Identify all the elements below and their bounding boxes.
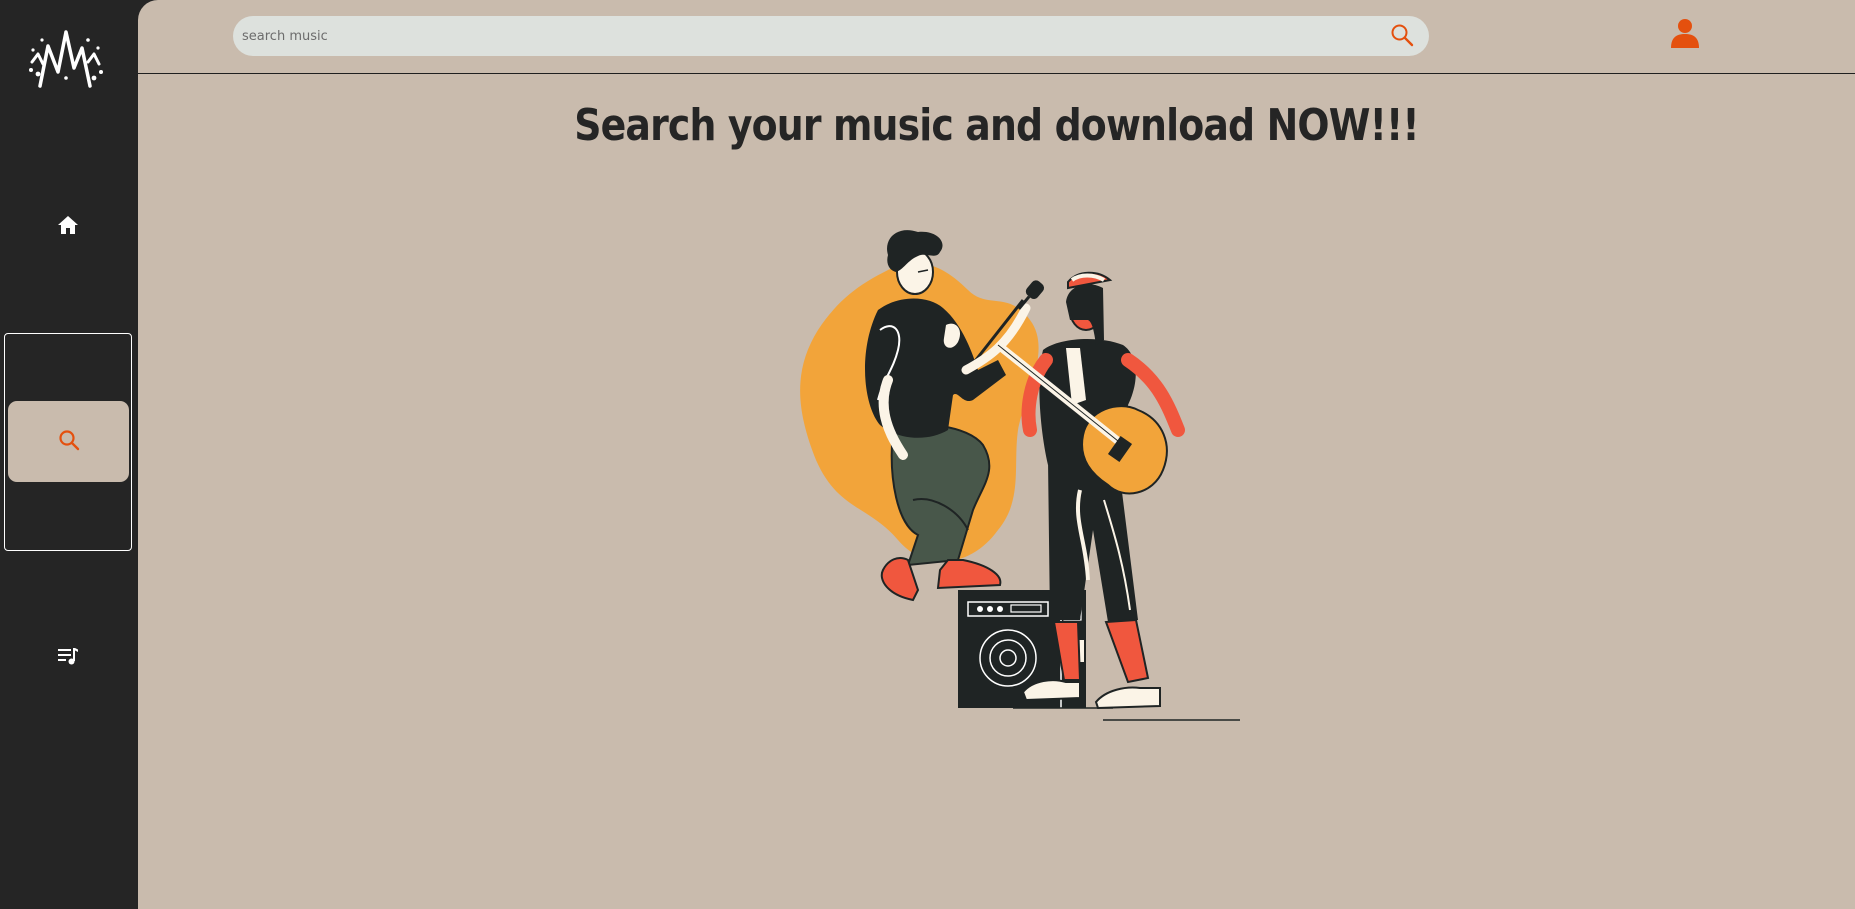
sidebar-nav-group (4, 333, 132, 551)
page-headline: Search your music and download NOW!!! (574, 100, 1419, 151)
search-bar (233, 16, 1429, 56)
search-icon (1390, 23, 1414, 51)
search-icon (58, 429, 80, 455)
search-input[interactable] (233, 16, 1363, 56)
sidebar-item-search[interactable] (8, 401, 129, 482)
sidebar (0, 0, 138, 909)
sidebar-item-playlist[interactable] (44, 637, 92, 679)
user-profile-button[interactable] (1668, 18, 1702, 52)
main-content: Search your music and download NOW!!! (138, 0, 1855, 909)
playlist-icon (57, 646, 79, 670)
app-window: Search your music and download NOW!!! (0, 0, 1855, 909)
sidebar-item-home[interactable] (44, 206, 92, 248)
musicians-illustration (768, 230, 1368, 730)
music-logo-icon[interactable] (28, 28, 104, 94)
top-bar (138, 0, 1855, 74)
home-icon (57, 215, 79, 239)
search-button[interactable] (1389, 24, 1415, 50)
user-icon (1670, 17, 1700, 53)
